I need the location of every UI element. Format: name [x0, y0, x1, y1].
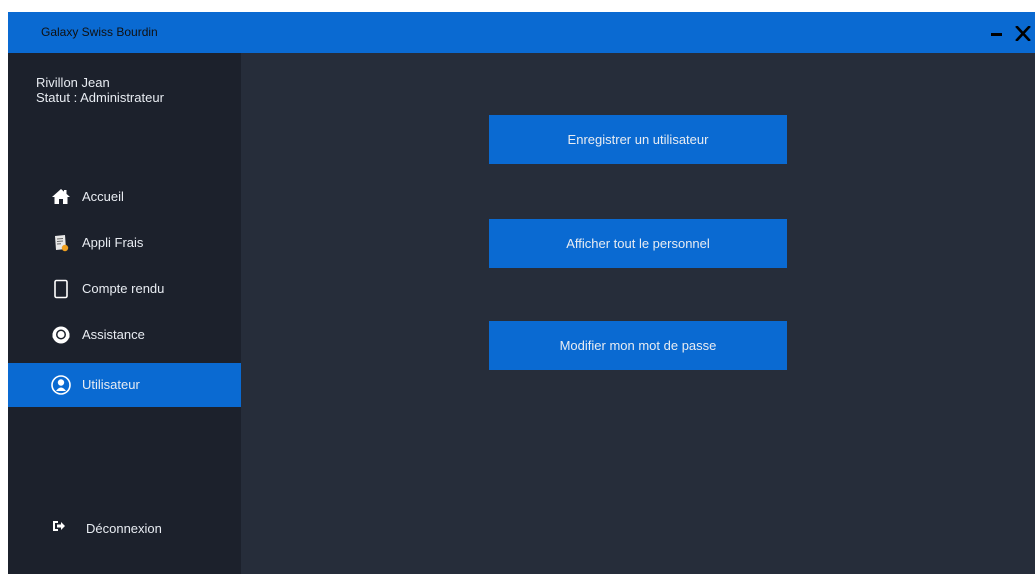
app-window: Galaxy Swiss Bourdin Rivillon Jean Statu…: [8, 12, 1035, 574]
user-info: Rivillon Jean Statut : Administrateur: [36, 75, 164, 105]
sidebar-item-assistance[interactable]: Assistance: [8, 313, 241, 357]
close-icon: [1015, 26, 1031, 41]
main-content: Enregistrer un utilisateur Afficher tout…: [241, 53, 1035, 574]
headset-icon: [52, 326, 70, 344]
logout-label: Déconnexion: [86, 521, 162, 536]
sidebar-item-label: Appli Frais: [82, 235, 144, 250]
user-circle-icon: [51, 375, 71, 395]
home-icon: [52, 189, 70, 204]
minimize-button[interactable]: [986, 18, 1010, 48]
sidebar-item-label: Utilisateur: [82, 377, 140, 392]
sidebar-item-utilisateur[interactable]: Utilisateur: [8, 363, 241, 407]
sidebar-item-label: Compte rendu: [82, 281, 165, 296]
receipt-icon: [55, 235, 69, 252]
user-name: Rivillon Jean: [36, 75, 110, 90]
sidebar-item-label: Assistance: [82, 327, 145, 342]
sidebar-item-appli-frais[interactable]: Appli Frais: [8, 221, 241, 265]
logout-item[interactable]: Déconnexion: [8, 508, 241, 548]
window-title: Galaxy Swiss Bourdin: [41, 25, 158, 39]
title-bar[interactable]: Galaxy Swiss Bourdin: [8, 12, 1035, 53]
register-user-button[interactable]: Enregistrer un utilisateur: [489, 115, 787, 164]
close-button[interactable]: [1012, 18, 1035, 48]
user-status: Statut : Administrateur: [36, 90, 164, 105]
sidebar: Rivillon Jean Statut : Administrateur Ac…: [8, 53, 241, 574]
change-password-button[interactable]: Modifier mon mot de passe: [489, 321, 787, 370]
sign-out-icon: [53, 521, 65, 531]
sidebar-item-compte-rendu[interactable]: Compte rendu: [8, 267, 241, 311]
sidebar-item-label: Accueil: [82, 189, 124, 204]
tablet-icon: [54, 279, 68, 299]
sidebar-item-accueil[interactable]: Accueil: [8, 175, 241, 219]
show-all-staff-button[interactable]: Afficher tout le personnel: [489, 219, 787, 268]
